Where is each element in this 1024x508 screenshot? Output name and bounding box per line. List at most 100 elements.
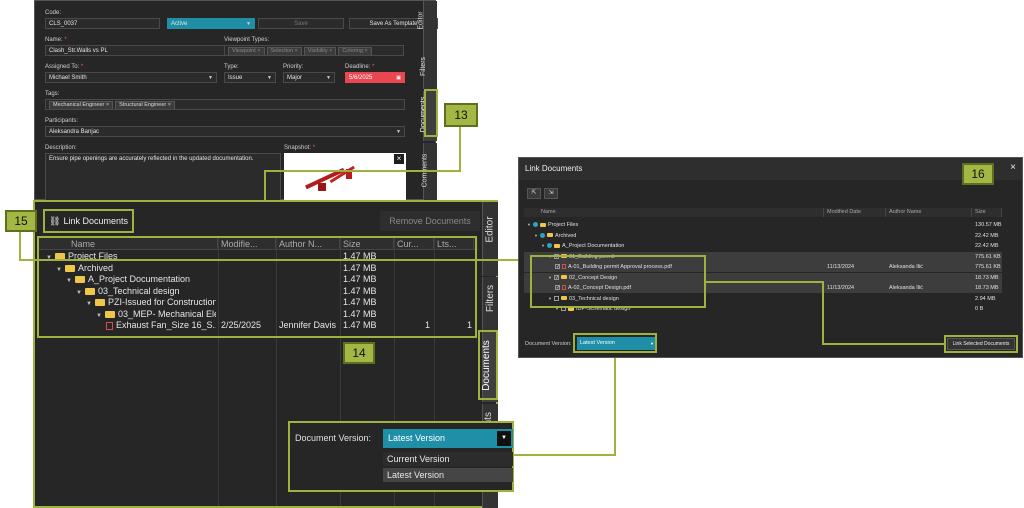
dialog-row[interactable]: ▼ Archived 22.42 MB	[524, 231, 1002, 241]
priority-dropdown[interactable]: Major ▼	[283, 72, 335, 83]
documents-tab-highlight	[424, 89, 438, 137]
participants-dropdown[interactable]: Aleksandra Banjac ▼	[45, 126, 405, 137]
version-selected: Latest Version	[388, 433, 446, 443]
dialog-header: Link Documents ×	[519, 158, 1022, 180]
snapshot-label: Snapshot: *	[284, 145, 316, 151]
partial-select-icon[interactable]	[532, 222, 538, 228]
dialog-table-header: Name Modified Date Author Name Size	[524, 208, 1002, 217]
snapshot-image[interactable]: ×	[284, 153, 406, 201]
cell-size: 2.94 MB	[975, 295, 996, 302]
dialog-row[interactable]: ▼ Project Files 130.57 MB	[524, 220, 1002, 230]
partial-select-icon[interactable]	[546, 243, 552, 249]
type-label: Type:	[224, 64, 239, 70]
participants-label: Participants:	[45, 118, 79, 124]
assigned-label: Assigned To: *	[45, 64, 84, 70]
callout-13: 13	[444, 103, 478, 127]
version-dropdown[interactable]: Latest Version ▼	[383, 429, 513, 448]
cell-modified: 11/13/2024	[827, 264, 855, 270]
col-size[interactable]: Size	[972, 208, 1002, 217]
callout-16: 16	[962, 163, 994, 185]
chip-mechanical-engineer[interactable]: Mechanical Engineer ×	[49, 101, 114, 109]
description-label: Description:	[45, 145, 77, 151]
tab-filters-top[interactable]: Filters	[420, 43, 437, 89]
cell-size: 22.42 MB	[975, 232, 999, 239]
cell-name: ▼ Archived	[534, 231, 820, 241]
cell-size: 0 B	[975, 306, 984, 312]
documents-table-highlight	[37, 236, 477, 338]
cell-name: ▼ A_Project Documentation	[541, 241, 820, 251]
expand-triangle-icon[interactable]: ▼	[534, 233, 538, 238]
name-input[interactable]: Clash_Str.Walls vs PL	[45, 45, 250, 56]
link-documents-button[interactable]: ⛓ Link Documents	[43, 209, 134, 233]
viewpoint-types-select[interactable]: Viewpoint × Selection × Visibility × Colori…	[224, 45, 404, 56]
callout-line	[459, 127, 461, 171]
chip-coloring[interactable]: Coloring ×	[338, 47, 372, 55]
cell-modified: 11/13/2024	[827, 285, 855, 291]
option-current-version[interactable]: Current Version	[383, 452, 513, 466]
dialog-row[interactable]: ▼ A_Project Documentation 22.42 MB	[524, 241, 1002, 251]
link-documents-label: Link Documents	[63, 216, 128, 226]
col-name[interactable]: Name	[538, 208, 824, 217]
close-icon[interactable]: ×	[394, 154, 404, 164]
callout-line	[822, 343, 944, 345]
cell-author: Aleksanda Ilić	[889, 285, 923, 291]
status-dropdown[interactable]: Active ▼	[167, 18, 255, 29]
description-textarea[interactable]: Ensure pipe openings are accurately refl…	[45, 153, 281, 201]
link-icon: ⛓	[49, 216, 61, 226]
close-icon[interactable]: ×	[1010, 162, 1016, 173]
cell-size: 22.42 MB	[975, 243, 999, 249]
deadline-input[interactable]: 5/6/2025 ▣	[345, 72, 405, 83]
option-latest-version[interactable]: Latest Version	[383, 468, 513, 482]
dialog-version-highlight	[573, 333, 657, 353]
code-input[interactable]: CLS_0037	[45, 18, 160, 29]
expand-triangle-icon[interactable]: ▼	[527, 222, 531, 227]
callout-line	[614, 352, 616, 456]
tab-filters[interactable]: Filters	[482, 277, 498, 332]
col-modified-date[interactable]: Modified Date	[824, 208, 886, 217]
cell-size: 18.73 MB	[975, 285, 999, 291]
tags-select[interactable]: Mechanical Engineer × Structural Engineer…	[45, 99, 405, 110]
row-name: A_Project Documentation	[561, 243, 625, 249]
chip-viewpoint[interactable]: Viewpoint ×	[228, 47, 265, 55]
dialog-version-label: Document Version:	[525, 341, 572, 347]
chevron-down-icon: ▼	[246, 21, 251, 27]
remove-documents-button[interactable]: Remove Documents	[380, 211, 480, 231]
viewpoint-types-label: Viewpoint Types:	[224, 37, 270, 43]
assigned-dropdown[interactable]: Michael Smith ▼	[45, 72, 217, 83]
partial-select-icon[interactable]	[539, 232, 545, 238]
cell-size: 130.57 MB	[975, 222, 1002, 228]
snapshot-3d-model	[305, 165, 355, 191]
chip-visibility[interactable]: Visibility ×	[303, 47, 337, 55]
cell-name: ▼ Project Files	[527, 220, 820, 230]
tab-comments-top[interactable]: Comments	[421, 143, 437, 201]
chip-selection[interactable]: Selection ×	[266, 47, 302, 55]
tags-label: Tags:	[45, 91, 60, 97]
chevron-down-icon: ▼	[208, 75, 213, 81]
chevron-down-icon[interactable]: ▼	[497, 431, 511, 446]
type-dropdown[interactable]: Issue ▼	[224, 72, 276, 83]
name-label: Name: *	[45, 37, 67, 43]
expand-triangle-icon[interactable]: ▼	[541, 243, 545, 248]
callout-line	[264, 170, 266, 200]
chevron-down-icon: ▼	[326, 75, 331, 81]
callout-line	[19, 232, 21, 260]
callout-15: 15	[5, 210, 37, 232]
tab-editor[interactable]: Editor	[482, 202, 498, 276]
chip-structural-engineer[interactable]: Structural Engineer ×	[115, 101, 175, 109]
documents-tab-highlight-2	[478, 330, 498, 400]
cell-size: 18.73 MB	[975, 274, 999, 281]
callout-line	[706, 281, 824, 283]
save-button[interactable]: Save	[258, 18, 344, 29]
expand-all-icon[interactable]: ⇱	[527, 188, 541, 199]
code-label: Code:	[45, 10, 62, 16]
col-author-name[interactable]: Author Name	[886, 208, 972, 217]
tab-editor-top[interactable]: Editor	[418, 1, 437, 43]
callout-14: 14	[343, 342, 375, 364]
callout-line	[19, 259, 530, 261]
priority-label: Priority:	[283, 64, 304, 70]
collapse-all-icon[interactable]: ⇲	[544, 188, 558, 199]
calendar-icon[interactable]: ▣	[396, 74, 401, 82]
folder-icon	[546, 233, 553, 238]
folder-icon	[539, 222, 546, 227]
chevron-down-icon: ▼	[267, 75, 272, 81]
